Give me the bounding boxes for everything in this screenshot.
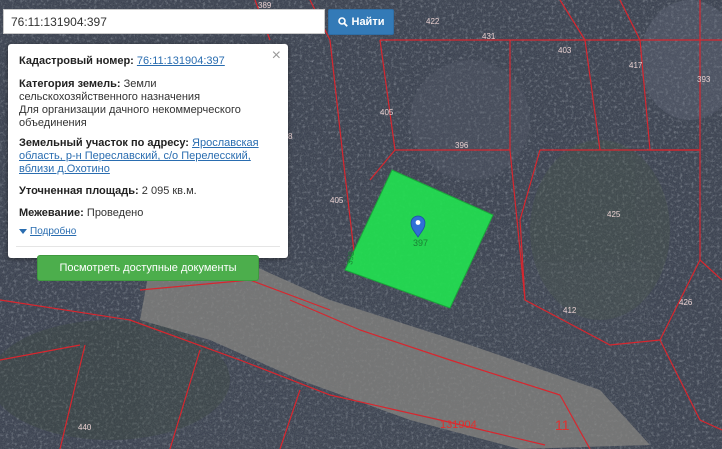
search-button-label: Найти [351, 16, 385, 28]
svg-text:397: 397 [413, 238, 428, 248]
survey-row: Межевание: Проведено [19, 207, 277, 220]
category-use: Для организации дачного некоммерческого … [19, 104, 241, 129]
search-input[interactable] [3, 9, 325, 34]
search-button[interactable]: Найти [328, 9, 394, 35]
cadastral-row: Кадастровый номер: 76:11:131904:397 [19, 55, 277, 68]
cadastral-label: Кадастровый номер: [19, 55, 134, 67]
survey-value: Проведено [86, 207, 144, 219]
address-label: Земельный участок по адресу: [19, 137, 189, 149]
caret-down-icon [19, 229, 27, 234]
cadastral-number-link[interactable]: 76:11:131904:397 [137, 55, 225, 67]
divider [16, 246, 280, 247]
close-icon[interactable]: × [272, 48, 281, 64]
view-documents-button[interactable]: Посмотреть доступные документы [37, 255, 259, 281]
more-details-link[interactable]: Подробно [19, 226, 277, 237]
parcel-info-popup: × Кадастровый номер: 76:11:131904:397 Ка… [8, 44, 288, 281]
search-icon [337, 17, 348, 27]
area-row: Уточненная площадь: 2 095 кв.м. [19, 185, 277, 198]
survey-label: Межевание: [19, 207, 84, 219]
category-row: Категория земель: Земли сельскохозяйстве… [19, 78, 277, 130]
more-details-label: Подробно [30, 226, 77, 237]
address-row: Земельный участок по адресу: Ярославская… [19, 137, 277, 176]
area-value: 2 095 кв.м. [141, 185, 197, 197]
category-label: Категория земель: [19, 78, 121, 90]
area-label: Уточненная площадь: [19, 185, 139, 197]
